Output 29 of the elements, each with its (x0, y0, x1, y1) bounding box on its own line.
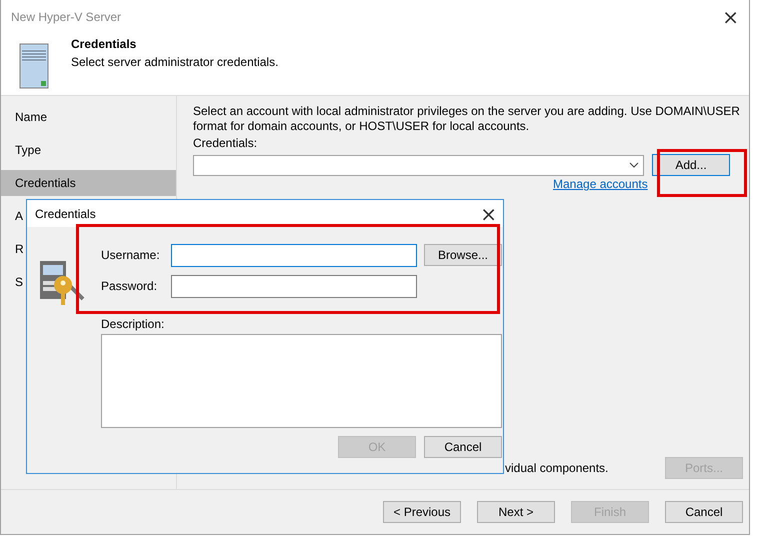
browse-button[interactable]: Browse... (424, 244, 502, 266)
server-icon (19, 43, 51, 91)
input-field[interactable] (171, 244, 417, 266)
wizard-step[interactable]: Credentials (1, 170, 176, 196)
instructions-text: Select an account with local administrator privileges on the server you are adding. Use DOMAIN\USER format for domain accounts, or HOST\USER for local accounts. (193, 104, 741, 134)
wizard-button[interactable]: Cancel (665, 501, 743, 523)
add-button[interactable]: Add... (652, 154, 730, 176)
components-text: vidual components. (505, 461, 608, 475)
field-label: Username: (101, 248, 161, 262)
page-subtitle: Select server administrator credentials. (71, 55, 278, 69)
credentials-label: Credentials: (193, 136, 258, 150)
credentials-key-icon (39, 259, 87, 307)
field-label: Password: (101, 279, 158, 293)
manage-accounts-link[interactable]: Manage accounts (553, 177, 648, 191)
wizard-step[interactable]: Type (1, 137, 176, 163)
wizard-button[interactable]: Next > (477, 501, 555, 523)
wizard-step[interactable]: Name (1, 104, 176, 130)
input-field[interactable] (171, 274, 417, 298)
window-title: New Hyper-V Server (11, 10, 122, 24)
close-button[interactable]: × (474, 204, 503, 224)
credentials-dropdown[interactable] (193, 154, 644, 176)
description-label: Description: (101, 317, 166, 331)
dialog-title: Credentials (35, 206, 96, 220)
close-button[interactable]: × (716, 6, 745, 26)
description-field[interactable] (101, 334, 502, 428)
wizard-button[interactable]: < Previous (383, 501, 461, 523)
page-title: Credentials (71, 37, 138, 51)
dialog-button[interactable]: Cancel (424, 436, 502, 458)
chevron-down-icon (629, 162, 639, 168)
